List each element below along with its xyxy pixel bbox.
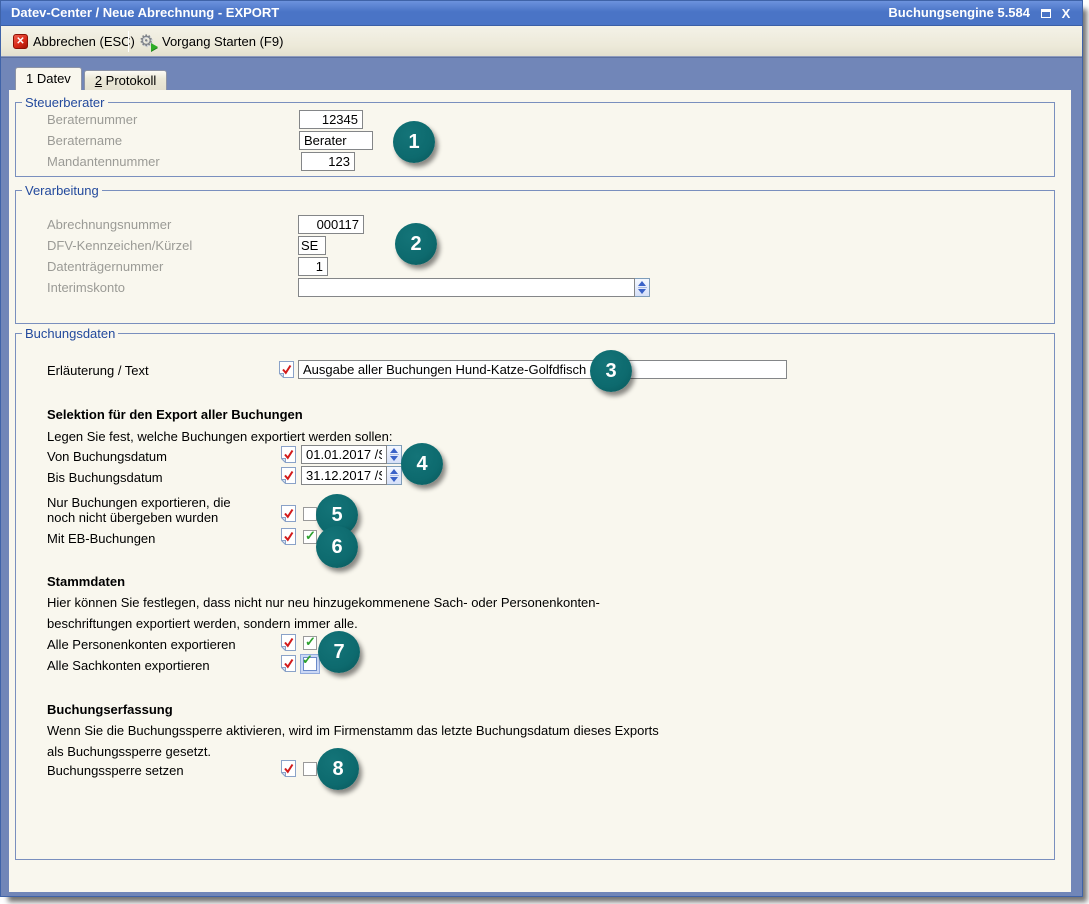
- annotation-badge-4: 4: [401, 443, 443, 485]
- stammdaten-heading: Stammdaten: [47, 574, 125, 589]
- nur-buchungen-label-line2: noch nicht übergeben wurden: [47, 510, 218, 525]
- bis-buchungsdatum-spinner[interactable]: [387, 466, 402, 485]
- maximize-icon: [1041, 9, 1051, 18]
- beratername-label: Beratername: [47, 133, 122, 148]
- interimskonto-spinner[interactable]: [635, 278, 650, 297]
- field-marker-doc-icon[interactable]: [281, 467, 296, 484]
- field-marker-doc-icon[interactable]: [281, 446, 296, 463]
- buchungserfassung-line1: Wenn Sie die Buchungssperre aktivieren, …: [47, 723, 659, 738]
- cancel-button[interactable]: ✕ Abbrechen (ESC): [9, 31, 139, 52]
- group-buchungsdaten-legend: Buchungsdaten: [22, 326, 118, 341]
- buchungssperre-label: Buchungssperre setzen: [47, 763, 184, 778]
- tab-frame: 1 Datev 2 Protokoll Steuerberater Berate…: [1, 57, 1082, 896]
- cancel-label: Abbrechen (ESC): [33, 34, 135, 49]
- annotation-badge-2: 2: [395, 223, 437, 265]
- interimskonto-field: [298, 278, 650, 297]
- screen: Datev-Center / Neue Abrechnung - EXPORT …: [0, 0, 1089, 904]
- cancel-x-icon: ✕: [13, 34, 28, 49]
- abrechnungsnummer-input[interactable]: [298, 215, 364, 234]
- app-version: Buchungsengine 5.584: [888, 5, 1030, 20]
- buchungserfassung-heading: Buchungserfassung: [47, 702, 173, 717]
- dfv-kennzeichen-label: DFV-Kennzeichen/Kürzel: [47, 238, 192, 253]
- von-buchungsdatum-label: Von Buchungsdatum: [47, 449, 167, 464]
- field-marker-doc-icon[interactable]: [281, 528, 296, 545]
- field-marker-doc-icon[interactable]: [281, 655, 296, 672]
- datentraegernummer-label: Datenträgernummer: [47, 259, 163, 274]
- personenkonten-label: Alle Personenkonten exportieren: [47, 637, 236, 652]
- gear-run-icon: ⚙: [139, 33, 157, 51]
- beraternummer-input[interactable]: [299, 110, 363, 129]
- beratername-input[interactable]: [299, 131, 373, 150]
- dfv-kennzeichen-input[interactable]: [298, 236, 326, 255]
- buchungssperre-checkbox[interactable]: [303, 762, 317, 776]
- mandantennummer-label: Mandantennummer: [47, 154, 160, 169]
- app-window: Datev-Center / Neue Abrechnung - EXPORT …: [0, 0, 1083, 897]
- annotation-badge-7: 7: [318, 631, 360, 673]
- datentraegernummer-input[interactable]: [298, 257, 328, 276]
- selektion-intro: Legen Sie fest, welche Buchungen exporti…: [47, 429, 392, 444]
- tab-datev[interactable]: 1 Datev: [15, 67, 82, 90]
- annotation-badge-3: 3: [590, 350, 632, 392]
- selektion-heading: Selektion für den Export aller Buchungen: [47, 407, 303, 422]
- toolbar: ✕ Abbrechen (ESC) ⚙ Vorgang Starten (F9): [1, 26, 1082, 57]
- tab-page-datev: Steuerberater Beraternummer Beratername …: [9, 90, 1071, 892]
- von-buchungsdatum-input[interactable]: [301, 445, 387, 464]
- stammdaten-line1: Hier können Sie festlegen, dass nicht nu…: [47, 595, 600, 610]
- sachkonten-checkbox-focus-ring: [300, 654, 320, 674]
- group-verarbeitung-legend: Verarbeitung: [22, 183, 102, 198]
- buchungserfassung-line2: als Buchungssperre gesetzt.: [47, 744, 211, 759]
- erlaeuterung-input[interactable]: [298, 360, 787, 379]
- group-buchungsdaten: Buchungsdaten Erläuterung / Text Selekti…: [15, 333, 1055, 860]
- bis-buchungsdatum-label: Bis Buchungsdatum: [47, 470, 163, 485]
- mit-eb-checkbox[interactable]: [303, 530, 317, 544]
- group-steuerberater-legend: Steuerberater: [22, 95, 108, 110]
- sachkonten-checkbox[interactable]: [303, 657, 317, 671]
- close-button[interactable]: X: [1058, 6, 1074, 21]
- sachkonten-label: Alle Sachkonten exportieren: [47, 658, 210, 673]
- beraternummer-label: Beraternummer: [47, 112, 137, 127]
- title-bar[interactable]: Datev-Center / Neue Abrechnung - EXPORT …: [1, 1, 1082, 26]
- start-process-button[interactable]: ⚙ Vorgang Starten (F9): [135, 31, 287, 52]
- bis-buchungsdatum-field: [301, 466, 402, 485]
- field-marker-doc-icon[interactable]: [281, 760, 296, 777]
- erlaeuterung-label: Erläuterung / Text: [47, 363, 149, 378]
- interimskonto-label: Interimskonto: [47, 280, 125, 295]
- maximize-button[interactable]: [1038, 6, 1054, 21]
- mandantennummer-input[interactable]: [301, 152, 355, 171]
- abrechnungsnummer-label: Abrechnungsnummer: [47, 217, 171, 232]
- annotation-badge-1: 1: [393, 121, 435, 163]
- toolbar-separator: [128, 31, 129, 52]
- nur-buchungen-label-line1: Nur Buchungen exportieren, die: [47, 495, 231, 510]
- mit-eb-label: Mit EB-Buchungen: [47, 531, 155, 546]
- tab-protokoll[interactable]: 2 Protokoll: [84, 70, 167, 90]
- stammdaten-line2: beschriftungen exportiert werden, sonder…: [47, 616, 358, 631]
- von-buchungsdatum-field: [301, 445, 402, 464]
- group-verarbeitung: Verarbeitung Abrechnungsnummer DFV-Kennz…: [15, 190, 1055, 324]
- nur-buchungen-checkbox[interactable]: [303, 507, 317, 521]
- annotation-badge-6: 6: [316, 526, 358, 568]
- window-title: Datev-Center / Neue Abrechnung - EXPORT: [11, 5, 279, 20]
- annotation-badge-8: 8: [317, 748, 359, 790]
- tab-strip: 1 Datev 2 Protokoll: [15, 67, 167, 90]
- von-buchungsdatum-spinner[interactable]: [387, 445, 402, 464]
- field-marker-doc-icon[interactable]: [281, 634, 296, 651]
- group-steuerberater: Steuerberater Beraternummer Beratername …: [15, 102, 1055, 177]
- bis-buchungsdatum-input[interactable]: [301, 466, 387, 485]
- field-marker-doc-icon[interactable]: [279, 361, 294, 378]
- interimskonto-input[interactable]: [298, 278, 635, 297]
- personenkonten-checkbox[interactable]: [303, 636, 317, 650]
- field-marker-doc-icon[interactable]: [281, 505, 296, 522]
- start-label: Vorgang Starten (F9): [162, 34, 283, 49]
- close-icon: X: [1062, 6, 1071, 21]
